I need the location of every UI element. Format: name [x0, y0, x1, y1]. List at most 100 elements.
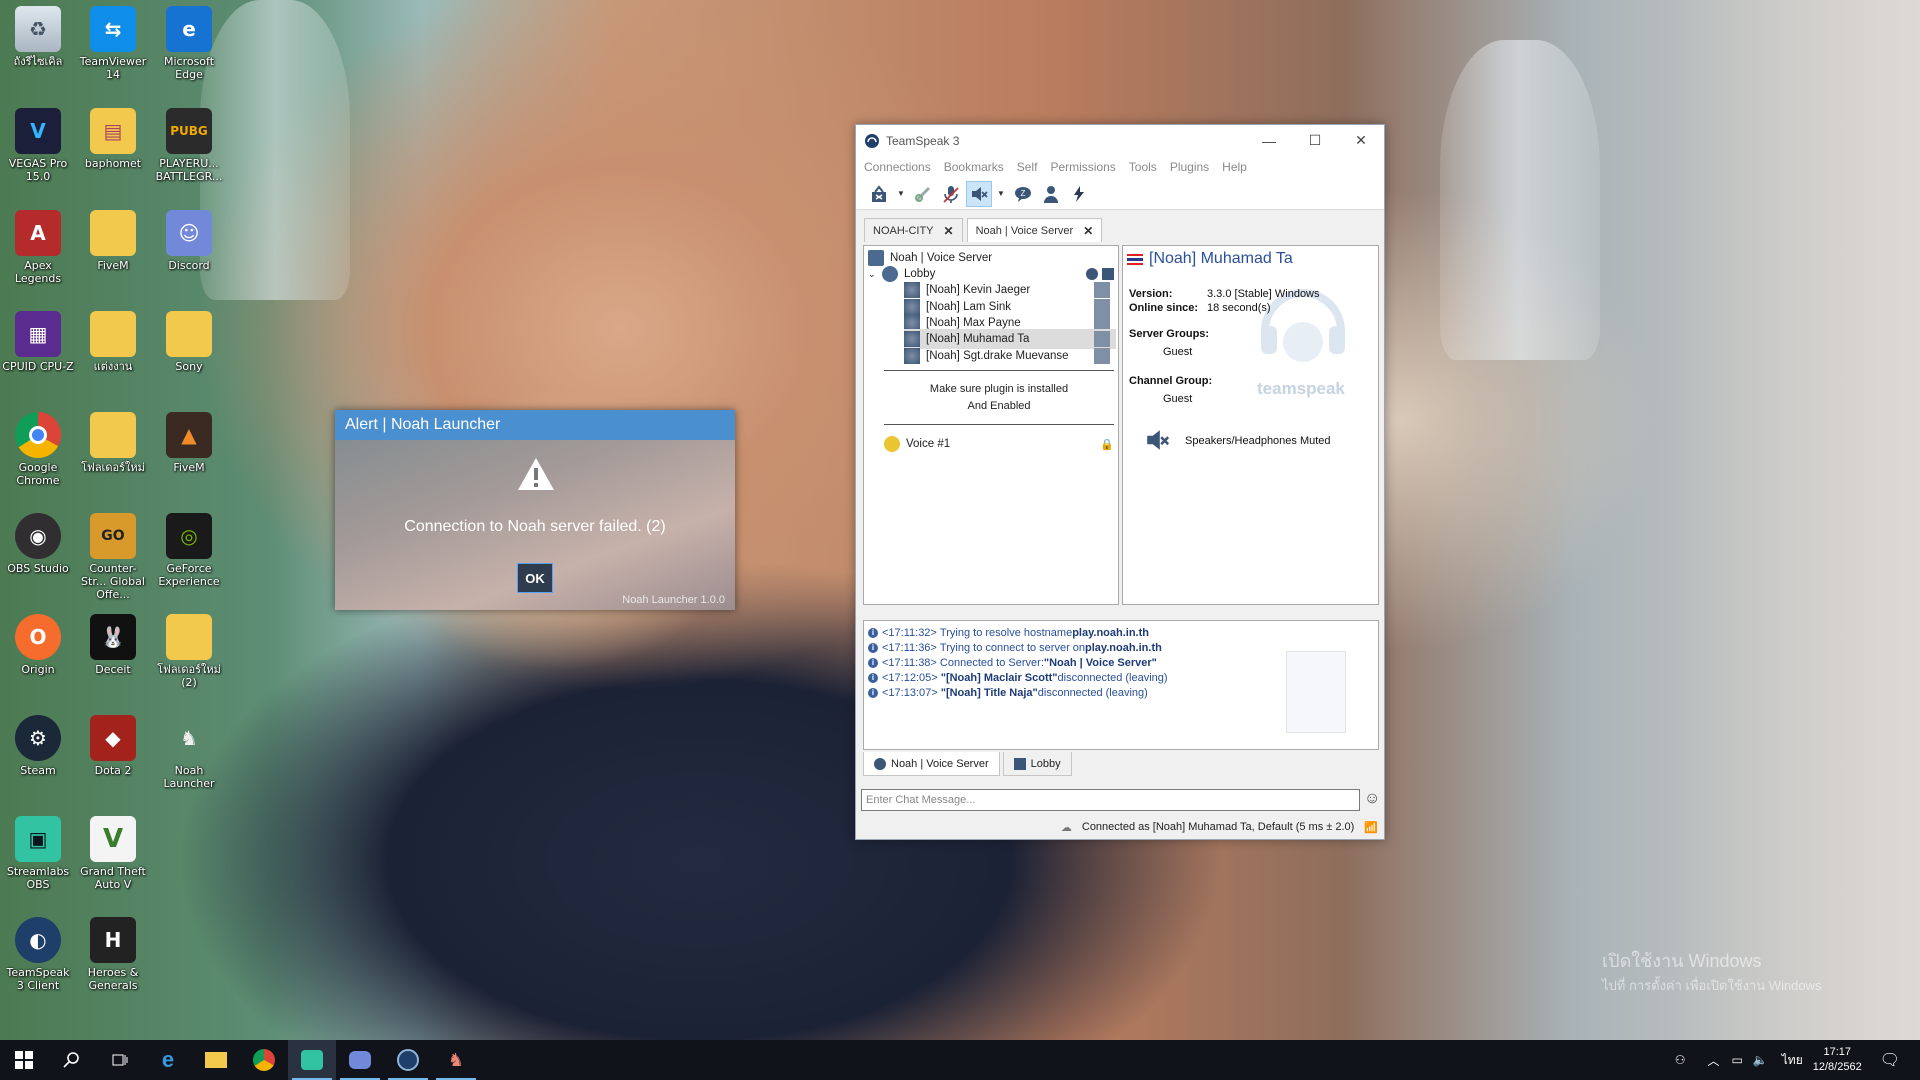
- status-icon: [1094, 348, 1110, 364]
- desktop-icon-edge[interactable]: e Microsoft Edge: [153, 6, 225, 81]
- online-since-label: Online since:: [1129, 302, 1199, 314]
- people-icon[interactable]: ⚇: [1675, 1053, 1686, 1067]
- client-row[interactable]: [Noah] Sgt.drake Muevanse: [904, 346, 1116, 366]
- emoji-button[interactable]: ☺: [1364, 790, 1380, 808]
- notifications-icon[interactable]: 🗨: [1880, 1050, 1900, 1070]
- tab-noah-city[interactable]: NOAH-CITY ✕: [864, 218, 963, 242]
- server-tabs: NOAH-CITY ✕ Noah | Voice Server ✕: [864, 218, 1106, 242]
- status-icon: [1094, 331, 1110, 347]
- menu-permissions[interactable]: Permissions: [1045, 160, 1123, 174]
- log-line: i <17:12:05> "[Noah] Maclair Scott" disco…: [868, 672, 1168, 684]
- desktop-icon-csgo[interactable]: GO Counter-Str... Global Offe...: [77, 513, 149, 601]
- menu-connections[interactable]: Connections: [859, 160, 939, 174]
- network-icon[interactable]: ▭: [1731, 1053, 1742, 1067]
- connect-dropdown[interactable]: ▼: [894, 181, 908, 207]
- chat-tab-channel[interactable]: Lobby: [1002, 752, 1072, 776]
- desktop-icon-geforce[interactable]: ◎ GeForce Experience: [153, 513, 225, 588]
- clock[interactable]: 17:17 12/8/2562: [1813, 1045, 1862, 1075]
- taskbar-discord[interactable]: [336, 1040, 384, 1080]
- contacts-button[interactable]: [1038, 181, 1064, 207]
- desktop-icon-fivem-folder[interactable]: FiveM: [77, 210, 149, 272]
- mute-speakers-button[interactable]: [966, 180, 992, 207]
- desktop-icon-teamviewer[interactable]: ⇆ TeamViewer 14: [77, 6, 149, 81]
- menu-plugins[interactable]: Plugins: [1165, 160, 1217, 174]
- microphone-icon: [943, 185, 959, 203]
- version-value: 3.3.0 [Stable] Windows: [1207, 288, 1320, 300]
- taskbar-chrome[interactable]: [240, 1040, 288, 1080]
- channel-icon: [884, 436, 900, 452]
- desktop-icon-recycle-bin[interactable]: ♻ ถังรีไซเคิล: [2, 6, 74, 68]
- desktop-icon-heroes-generals[interactable]: H Heroes & Generals: [77, 917, 149, 992]
- desktop-icon-chrome[interactable]: Google Chrome: [2, 412, 74, 487]
- tab-label: Noah | Voice Server: [975, 224, 1074, 237]
- desktop-icon-new-folder-2[interactable]: โฟลเดอร์ใหม่ (2): [153, 614, 225, 689]
- teamspeak-titlebar[interactable]: TeamSpeak 3 — ☐ ✕: [856, 125, 1384, 156]
- geforce-icon: ◎: [166, 513, 212, 559]
- fivem-icon: ▲: [166, 412, 212, 458]
- minimize-button[interactable]: —: [1246, 125, 1292, 156]
- desktop-icon-discord[interactable]: ☺ Discord: [153, 210, 225, 272]
- desktop-icon-new-folder[interactable]: โฟลเดอร์ใหม่: [77, 412, 149, 474]
- user-icon: [1044, 185, 1058, 203]
- taskbar-streamlabs[interactable]: [288, 1040, 336, 1080]
- desktop-icon-teamspeak[interactable]: ◐ TeamSpeak 3 Client: [2, 917, 74, 992]
- maximize-button[interactable]: ☐: [1292, 125, 1338, 156]
- close-tab-icon[interactable]: ✕: [944, 224, 954, 238]
- alert-title: Alert | Noah Launcher: [335, 410, 735, 440]
- spacer-text: Make sure plugin is installed And Enable…: [929, 383, 1069, 412]
- desktop-icon-vegas[interactable]: V VEGAS Pro 15.0: [2, 108, 74, 183]
- whisper-button[interactable]: [1066, 181, 1092, 207]
- obs-icon: ◉: [15, 513, 61, 559]
- taskbar-edge[interactable]: e: [144, 1040, 192, 1080]
- chat-tab-server[interactable]: Noah | Voice Server: [863, 752, 1000, 776]
- desktop-icon-apex[interactable]: A Apex Legends: [2, 210, 74, 285]
- start-button[interactable]: [0, 1040, 48, 1080]
- taskbar-teamspeak[interactable]: [384, 1040, 432, 1080]
- chrome-icon: [15, 412, 61, 458]
- noah-alert-dialog: Alert | Noah Launcher Connection to Noah…: [335, 410, 735, 610]
- desktop-icon-obs[interactable]: ◉ OBS Studio: [2, 513, 74, 575]
- mute-microphone-button[interactable]: [938, 181, 964, 207]
- menu-bookmarks[interactable]: Bookmarks: [939, 160, 1012, 174]
- desktop-icon-fivem[interactable]: ▲ FiveM: [153, 412, 225, 474]
- chevron-up-icon[interactable]: ︿: [1707, 1052, 1719, 1069]
- menu-tools[interactable]: Tools: [1124, 160, 1165, 174]
- speakers-dropdown[interactable]: ▼: [994, 181, 1008, 207]
- close-tab-icon[interactable]: ✕: [1083, 224, 1093, 238]
- link-icon: [915, 186, 931, 202]
- taskbar-noah-launcher[interactable]: ♞: [432, 1040, 480, 1080]
- chat-message-input[interactable]: Enter Chat Message...: [861, 789, 1360, 811]
- ok-button[interactable]: OK: [517, 563, 553, 593]
- menu-self[interactable]: Self: [1012, 160, 1046, 174]
- desktop-icon-baphomet[interactable]: ▤ baphomet: [77, 108, 149, 170]
- volume-icon[interactable]: 🔈: [1753, 1053, 1768, 1067]
- close-window-button[interactable]: ✕: [1338, 125, 1384, 156]
- desktop-icon-sony-folder[interactable]: Sony: [153, 311, 225, 373]
- desktop-icon-steam[interactable]: ⚙ Steam: [2, 715, 74, 777]
- menu-help[interactable]: Help: [1217, 160, 1255, 174]
- cpuz-icon: ▦: [15, 311, 61, 357]
- desktop-icon-deceit[interactable]: 🐰 Deceit: [77, 614, 149, 676]
- desktop-icon-origin[interactable]: O Origin: [2, 614, 74, 676]
- desktop-icon-dota[interactable]: ◆ Dota 2: [77, 715, 149, 777]
- discord-icon: [349, 1051, 371, 1069]
- language-indicator[interactable]: ไทย: [1782, 1051, 1803, 1070]
- folder-icon: [166, 311, 212, 357]
- disconnect-button[interactable]: [910, 181, 936, 207]
- desktop-icon-streamlabs[interactable]: ▣ Streamlabs OBS: [2, 816, 74, 891]
- channel-voice-1[interactable]: Voice #1 🔒: [884, 434, 1116, 454]
- desktop-icon-noah-launcher[interactable]: ♞ Noah Launcher: [153, 715, 225, 790]
- desktop-icon-wedding-folder[interactable]: แต่งงาน: [77, 311, 149, 373]
- desktop-icon-pubg[interactable]: PUBG PLAYERU... BATTLEGR...: [153, 108, 225, 183]
- connect-button[interactable]: [866, 181, 892, 207]
- tab-label: NOAH-CITY: [873, 224, 934, 237]
- desktop-icon-cpuz[interactable]: ▦ CPUID CPU-Z: [2, 311, 74, 373]
- alert-version: Noah Launcher 1.0.0: [622, 594, 725, 606]
- tab-noah-voice-server[interactable]: Noah | Voice Server ✕: [966, 218, 1103, 242]
- desktop-icon-gta[interactable]: V Grand Theft Auto V: [77, 816, 149, 891]
- away-button[interactable]: Z: [1010, 181, 1036, 207]
- task-view-button[interactable]: [96, 1040, 144, 1080]
- search-icon: [63, 1052, 79, 1068]
- search-button[interactable]: [48, 1040, 96, 1080]
- taskbar-file-explorer[interactable]: [192, 1040, 240, 1080]
